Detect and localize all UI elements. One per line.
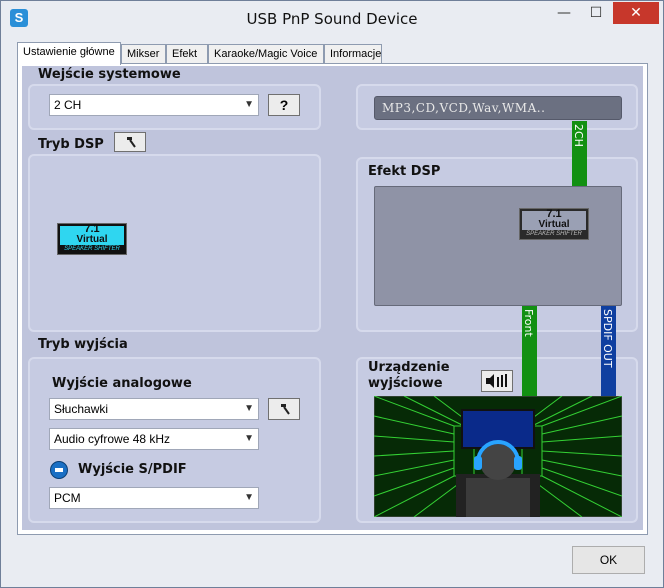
- tab-mixer[interactable]: Mikser: [121, 44, 166, 63]
- dsp-effect-box: [374, 186, 622, 306]
- badge-virtual-text: Virtual: [76, 234, 108, 245]
- volume-button[interactable]: [481, 370, 513, 392]
- main-settings-panel: Wejście systemowe 2 CH ▼ ? MP3,CD,VCD,Wa…: [22, 66, 643, 530]
- dialog-window: S USB PnP Sound Device — ☐ ✕ Ustawienie …: [0, 0, 664, 588]
- input-channel-select[interactable]: 2 CH ▼: [49, 94, 259, 116]
- chevron-down-icon: ▼: [244, 492, 254, 503]
- digital-audio-value: Audio cyfrowe 48 kHz: [54, 432, 171, 446]
- system-input-title: Wejście systemowe: [38, 67, 181, 82]
- help-button[interactable]: ?: [268, 94, 300, 116]
- hammer-icon: [127, 137, 136, 148]
- connector-front-label: Front: [522, 309, 535, 337]
- output-mode-title: Tryb wyjścia: [38, 337, 128, 352]
- output-device-title-2: wyjściowe: [368, 376, 443, 391]
- effect-badge-virtual-text: Virtual: [538, 219, 570, 230]
- tab-main-settings[interactable]: Ustawienie główne: [17, 42, 121, 65]
- connector-front: Front: [522, 306, 537, 396]
- dsp-mode-title: Tryb DSP: [38, 137, 104, 152]
- minimize-button[interactable]: —: [549, 2, 579, 24]
- spdif-output-icon: [50, 461, 68, 479]
- analog-output-title: Wyjście analogowe: [52, 376, 192, 391]
- analog-settings-button[interactable]: [268, 398, 300, 420]
- connector-2ch: 2CH: [572, 121, 587, 186]
- spdif-output-title: Wyjście S/PDIF: [78, 462, 187, 477]
- badge-shifter-text: SPEAKER SHIFTER: [64, 246, 120, 252]
- ok-button[interactable]: OK: [572, 546, 645, 574]
- close-button[interactable]: ✕: [613, 2, 659, 24]
- spdif-format-select[interactable]: PCM ▼: [49, 487, 259, 509]
- output-device-title-1: Urządzenie: [368, 360, 450, 375]
- connector-2ch-label: 2CH: [572, 124, 585, 147]
- effect-virtual-71-badge: 7.1 Virtual SPEAKER SHIFTER: [519, 208, 589, 240]
- hammer-icon: [281, 404, 290, 415]
- analog-output-select[interactable]: Słuchawki ▼: [49, 398, 259, 420]
- connector-spdif-label: SPDIF OUT: [601, 309, 614, 368]
- connector-spdif: SPDIF OUT: [601, 306, 616, 396]
- tab-effect[interactable]: Efekt: [166, 44, 208, 63]
- analog-output-value: Słuchawki: [54, 402, 109, 416]
- virtual-71-badge: 7.1 Virtual SPEAKER SHIFTER: [57, 223, 127, 255]
- headphone-listener-illustration: [374, 396, 622, 517]
- dsp-effect-title: Efekt DSP: [368, 164, 441, 179]
- chevron-down-icon: ▼: [244, 403, 254, 414]
- chevron-down-icon: ▼: [244, 99, 254, 110]
- supported-formats-display: MP3,CD,VCD,Wav,WMA..: [374, 96, 622, 120]
- effect-badge-shifter-text: SPEAKER SHIFTER: [526, 231, 582, 237]
- chevron-down-icon: ▼: [244, 433, 254, 444]
- digital-audio-select[interactable]: Audio cyfrowe 48 kHz ▼: [49, 428, 259, 450]
- title-bar[interactable]: S USB PnP Sound Device — ☐ ✕: [1, 1, 663, 35]
- input-channel-value: 2 CH: [54, 98, 82, 112]
- tab-karaoke[interactable]: Karaoke/Magic Voice: [208, 44, 324, 63]
- tab-information[interactable]: Informacje: [324, 44, 382, 63]
- speaker-volume-icon: [486, 374, 507, 388]
- dsp-settings-button[interactable]: [114, 132, 146, 152]
- maximize-button[interactable]: ☐: [581, 2, 611, 24]
- spdif-format-value: PCM: [54, 491, 81, 505]
